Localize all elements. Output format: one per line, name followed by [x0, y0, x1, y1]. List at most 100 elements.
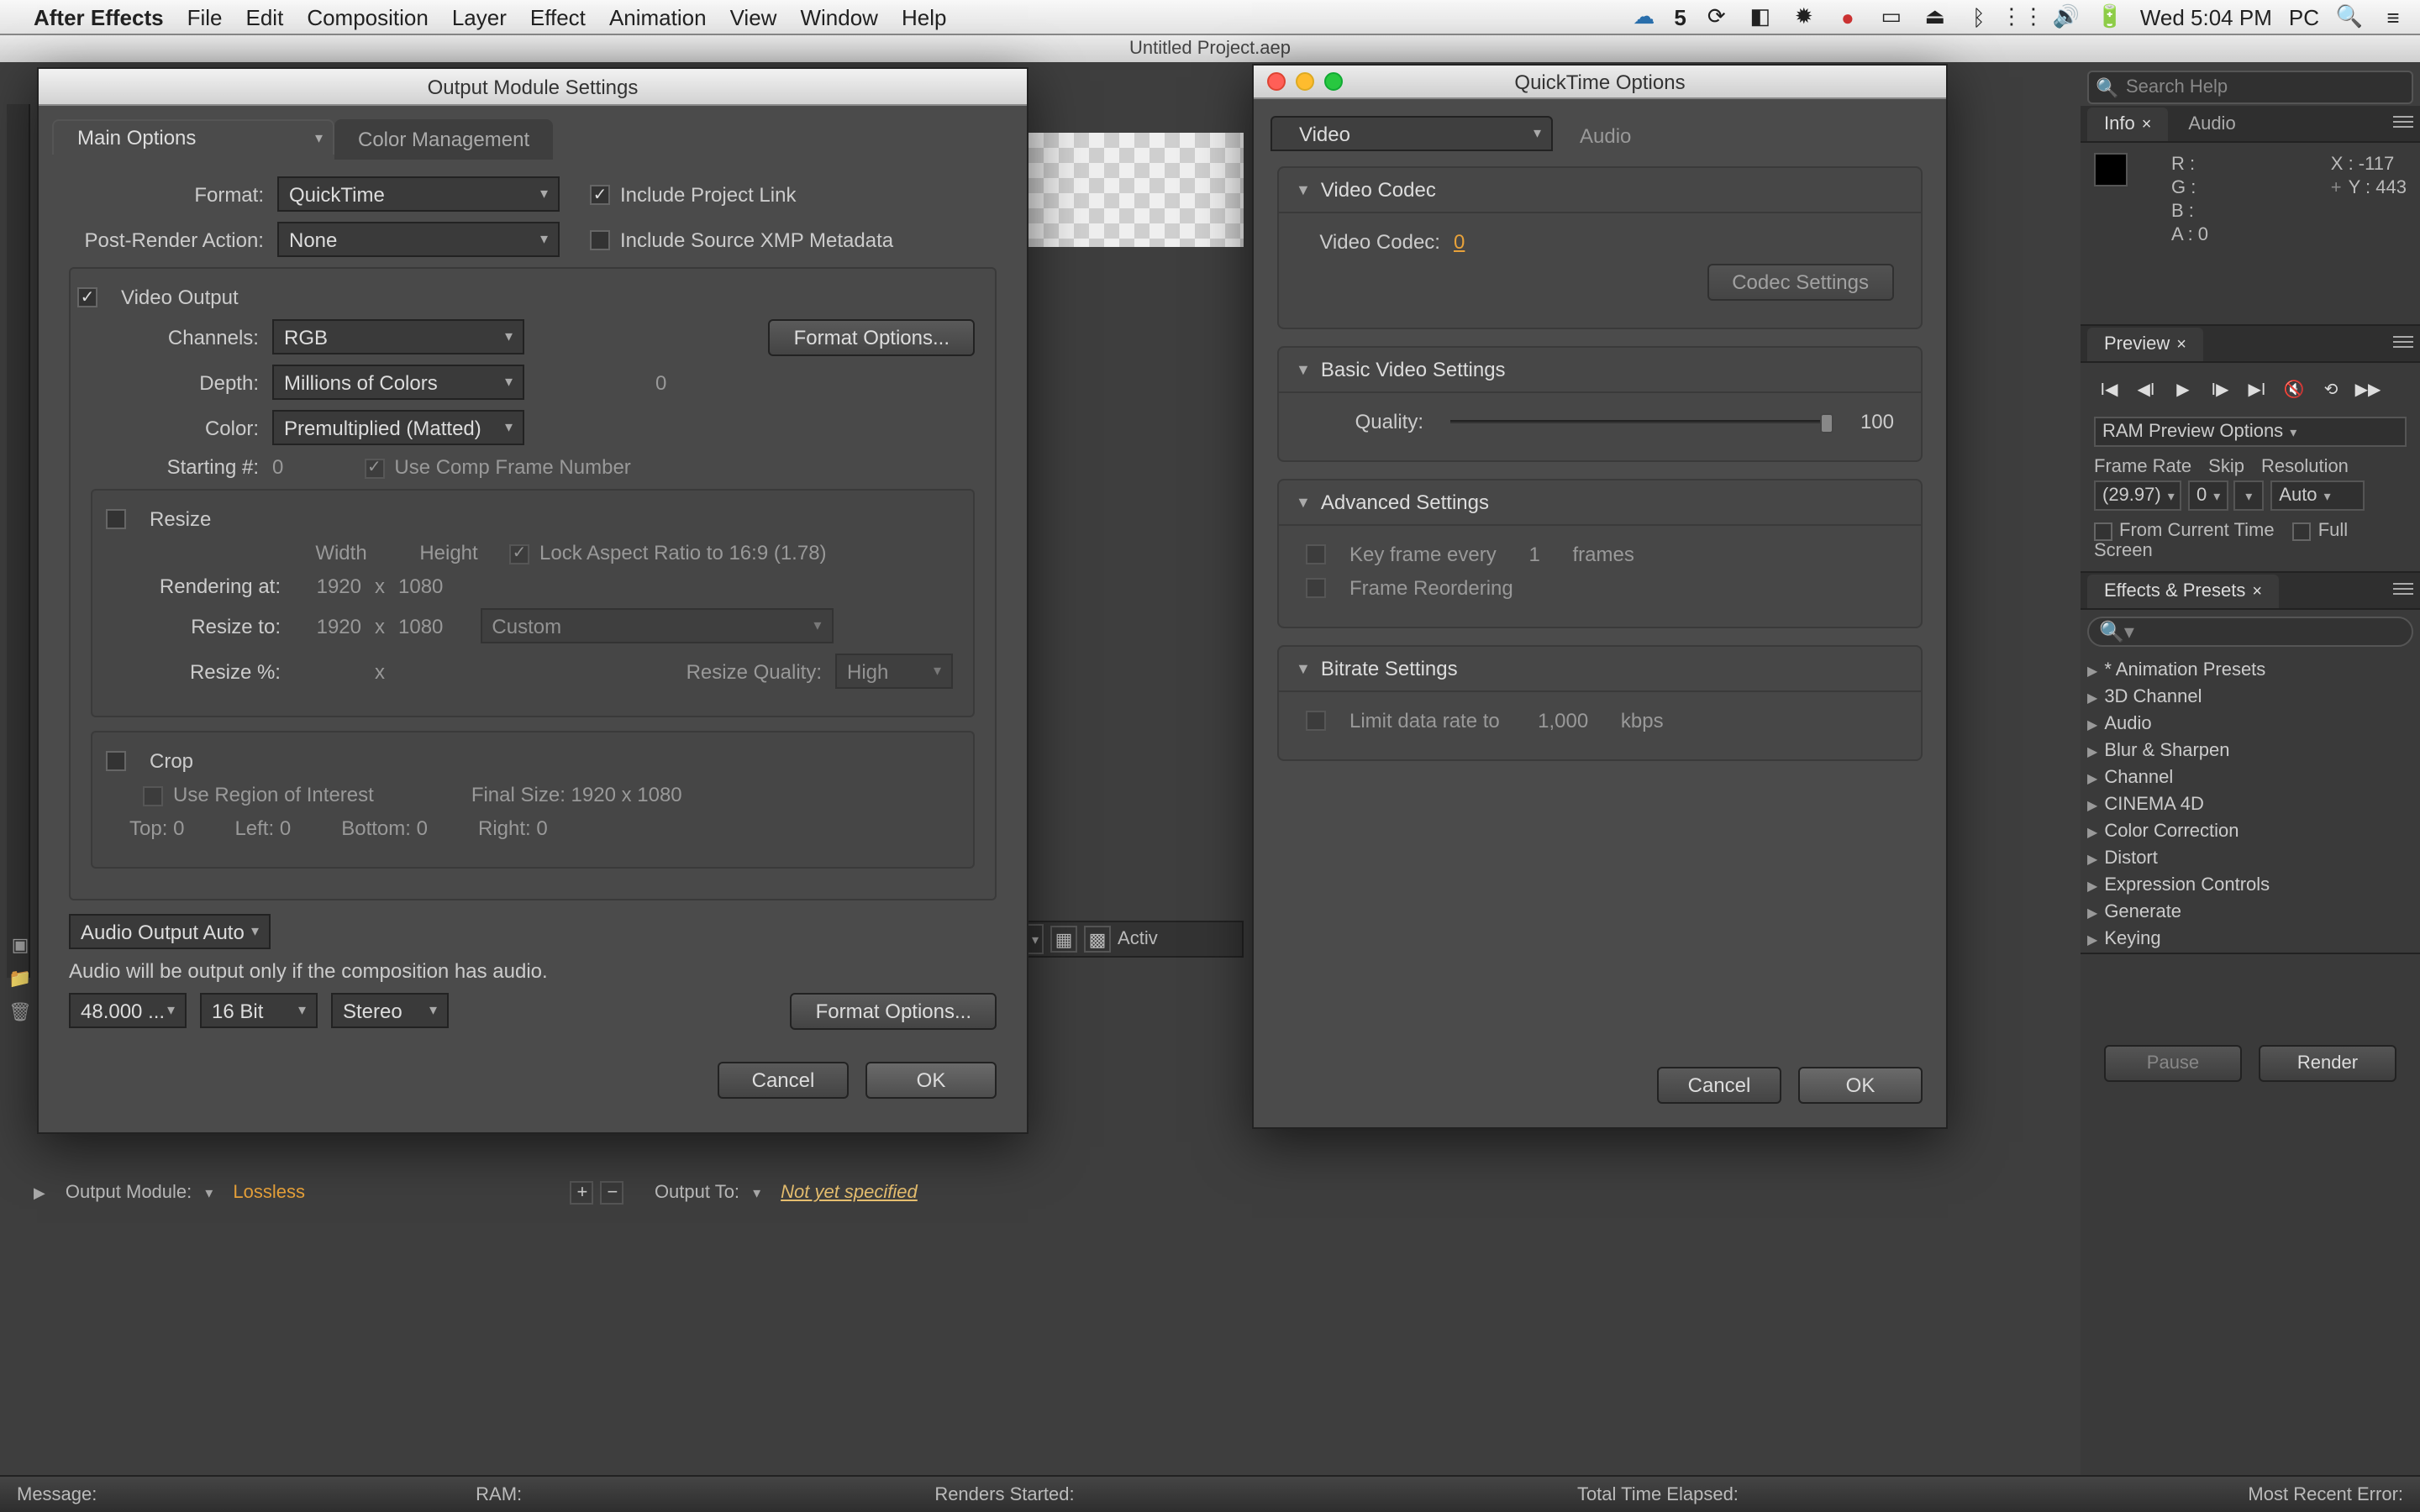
fx-item[interactable]: ▶Expression Controls: [2081, 872, 2420, 899]
dropdown-icon[interactable]: ▾: [753, 1184, 760, 1202]
sync-icon[interactable]: ⟳: [1703, 3, 1730, 30]
fx-item[interactable]: ▶Channel: [2081, 764, 2420, 791]
fx-item[interactable]: ▶3D Channel: [2081, 684, 2420, 711]
section-header[interactable]: ▼Bitrate Settings: [1279, 647, 1921, 692]
trash-icon[interactable]: 🗑: [7, 1000, 34, 1023]
render-queue-row[interactable]: ▶ Output Module: ▾ Lossless + − Output T…: [17, 1168, 2067, 1218]
bin-icon[interactable]: ▣: [7, 932, 34, 956]
depth-dropdown[interactable]: Millions of Colors: [272, 365, 524, 400]
panel-menu-icon[interactable]: [2390, 329, 2417, 353]
eject-icon[interactable]: ⏏: [1922, 3, 1949, 30]
zoom-icon[interactable]: [1324, 72, 1343, 91]
pause-button[interactable]: Pause: [2104, 1045, 2242, 1082]
menu-view[interactable]: View: [730, 4, 777, 29]
quality-slider[interactable]: [1450, 413, 1833, 430]
fx-item[interactable]: ▶Keying: [2081, 926, 2420, 953]
audio-bit-dropdown[interactable]: 16 Bit: [200, 993, 318, 1028]
post-render-action-dropdown[interactable]: None: [277, 222, 560, 257]
qt-titlebar[interactable]: QuickTime Options: [1254, 66, 1946, 99]
menu-window[interactable]: Window: [800, 4, 878, 29]
clock[interactable]: Wed 5:04 PM: [2140, 4, 2272, 29]
channels-dropdown[interactable]: RGB: [272, 319, 524, 354]
volume-icon[interactable]: 🔊: [2053, 3, 2080, 30]
quality-value[interactable]: 100: [1860, 410, 1894, 433]
next-frame-button[interactable]: I▶: [2205, 376, 2235, 403]
menu-file[interactable]: File: [187, 4, 223, 29]
section-header[interactable]: ▼Advanced Settings: [1279, 480, 1921, 526]
ram-preview-options-dropdown[interactable]: RAM Preview Options: [2094, 417, 2407, 447]
oms-cancel-button[interactable]: Cancel: [718, 1062, 849, 1099]
resize-checkbox[interactable]: [106, 509, 126, 529]
composition-viewer[interactable]: [1028, 133, 1244, 247]
airplay-icon[interactable]: ▭: [1878, 3, 1905, 30]
close-icon[interactable]: [1267, 72, 1286, 91]
skip-stepper[interactable]: ▾: [2233, 480, 2264, 511]
fx-item[interactable]: ▶Generate: [2081, 899, 2420, 926]
menu-edit[interactable]: Edit: [246, 4, 284, 29]
video-output-checkbox[interactable]: [77, 287, 97, 307]
notif-count[interactable]: 5: [1674, 4, 1686, 29]
menu-animation[interactable]: Animation: [609, 4, 707, 29]
tab-qt-video[interactable]: Video: [1270, 116, 1553, 151]
audio-channels-dropdown[interactable]: Stereo: [331, 993, 449, 1028]
menu-effect[interactable]: Effect: [530, 4, 586, 29]
mute-button[interactable]: 🔇: [2279, 376, 2309, 403]
panel-menu-icon[interactable]: [2390, 109, 2417, 133]
evernote-icon[interactable]: ✹: [1791, 3, 1818, 30]
fx-item[interactable]: ▶Audio: [2081, 711, 2420, 738]
menu-help[interactable]: Help: [902, 4, 947, 29]
notification-center-icon[interactable]: ≡: [2380, 3, 2407, 30]
effects-search-input[interactable]: 🔍▾: [2087, 617, 2413, 647]
record-icon[interactable]: ●: [1834, 3, 1861, 30]
dropdown-icon[interactable]: ▾: [205, 1184, 213, 1202]
grid-toggle-icon[interactable]: ▦: [1050, 926, 1077, 953]
fx-item[interactable]: ▶Distort: [2081, 845, 2420, 872]
section-header[interactable]: ▼Basic Video Settings: [1279, 348, 1921, 393]
menu-composition[interactable]: Composition: [307, 4, 429, 29]
loop-button[interactable]: ⟲: [2316, 376, 2346, 403]
audio-format-options-button[interactable]: Format Options...: [791, 992, 997, 1029]
remove-output-button[interactable]: −: [601, 1181, 624, 1205]
qt-cancel-button[interactable]: Cancel: [1657, 1067, 1781, 1104]
menu-layer[interactable]: Layer: [452, 4, 507, 29]
app-name[interactable]: After Effects: [34, 4, 164, 29]
minimize-icon[interactable]: [1296, 72, 1314, 91]
codec-settings-button[interactable]: Codec Settings: [1707, 264, 1894, 301]
framerate-dropdown[interactable]: (29.97): [2094, 480, 2181, 511]
format-dropdown[interactable]: QuickTime: [277, 176, 560, 212]
dropbox-icon[interactable]: ◧: [1747, 3, 1774, 30]
tab-audio[interactable]: Audio: [2171, 107, 2252, 140]
output-module-link[interactable]: Lossless: [233, 1183, 305, 1203]
fx-item[interactable]: ▶CINEMA 4D: [2081, 791, 2420, 818]
starting-frame-value[interactable]: 0: [272, 455, 283, 479]
panel-menu-icon[interactable]: [2390, 576, 2417, 600]
disclosure-icon[interactable]: ▶: [34, 1184, 45, 1202]
tab-color-management[interactable]: Color Management: [334, 119, 553, 160]
color-dropdown[interactable]: Premultiplied (Matted): [272, 410, 524, 445]
cloud-icon[interactable]: ☁: [1630, 3, 1657, 30]
tab-effects[interactable]: Effects & Presets×: [2087, 574, 2279, 607]
format-options-button[interactable]: Format Options...: [769, 318, 975, 355]
spotlight-icon[interactable]: 🔍: [2336, 3, 2363, 30]
add-output-button[interactable]: +: [571, 1181, 594, 1205]
output-module-settings-dialog[interactable]: Output Module Settings Main Options Colo…: [37, 67, 1028, 1134]
include-project-link-checkbox[interactable]: [590, 186, 610, 206]
tab-preview[interactable]: Preview×: [2087, 327, 2203, 360]
crop-checkbox[interactable]: [106, 751, 126, 771]
fx-item[interactable]: ▶Color Correction: [2081, 818, 2420, 845]
play-button[interactable]: ▶: [2168, 376, 2198, 403]
last-frame-button[interactable]: ▶I: [2242, 376, 2272, 403]
include-xmp-checkbox[interactable]: [590, 231, 610, 251]
wifi-icon[interactable]: ⋮⋮: [2009, 3, 2036, 30]
full-screen-checkbox[interactable]: [2293, 522, 2312, 540]
skip-dropdown[interactable]: 0: [2188, 480, 2228, 511]
output-to-link[interactable]: Not yet specified: [781, 1183, 918, 1203]
fx-item[interactable]: ▶Blur & Sharpen: [2081, 738, 2420, 764]
from-current-time-checkbox[interactable]: [2094, 522, 2112, 540]
tab-info[interactable]: Info×: [2087, 107, 2168, 140]
battery-icon[interactable]: 🔋: [2096, 3, 2123, 30]
prev-frame-button[interactable]: ◀I: [2131, 376, 2161, 403]
section-header[interactable]: ▼Video Codec: [1279, 168, 1921, 213]
resolution-dropdown[interactable]: Auto: [2270, 480, 2365, 511]
render-button[interactable]: Render: [2259, 1045, 2396, 1082]
